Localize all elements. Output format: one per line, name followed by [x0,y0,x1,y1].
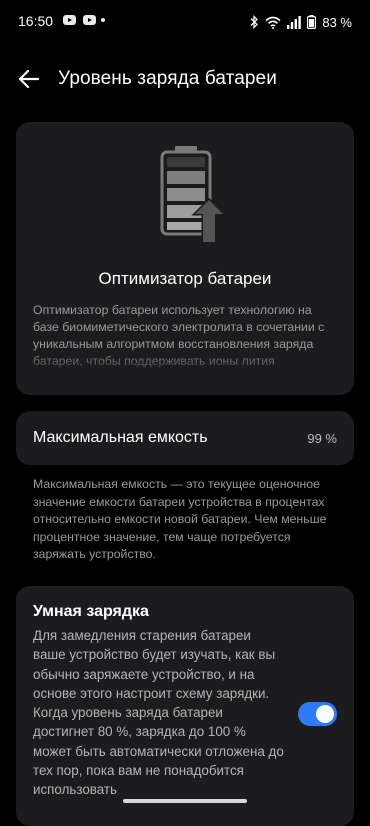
home-indicator[interactable] [123,799,247,803]
max-capacity-value: 99 % [307,431,337,446]
smart-charging-toggle[interactable] [298,702,337,726]
optimizer-card: Оптимизатор батареи Оптимизатор батареи … [16,122,354,395]
wifi-icon [265,16,281,29]
back-button[interactable] [16,66,42,92]
smart-charging-title: Умная зарядка [33,603,149,620]
optimizer-title: Оптимизатор батареи [98,269,272,288]
youtube-icon [63,15,76,25]
max-capacity-row[interactable]: Максимальная емкость 99 % [16,411,354,465]
battery-upgrade-icon [160,146,225,242]
max-capacity-description: Максимальная емкость — это текущее оцено… [33,477,327,561]
status-icons: 83 % [249,12,352,32]
page-title: Уровень заряда батареи [58,68,277,89]
toggle-knob [316,705,334,723]
youtube-icon [83,15,96,25]
smart-charging-description: Для замедления старения батареи ваше уст… [33,628,284,798]
arrow-left-icon [18,69,40,89]
battery-percent: 83 % [322,14,352,30]
status-time: 16:50 [18,13,54,29]
smart-charging-card: Умная зарядка Для замедления старения ба… [16,586,354,826]
max-capacity-label: Максимальная емкость [33,429,208,446]
status-bar: 16:50 83 % [0,0,370,44]
optimizer-description: Оптимизатор батареи использует технологи… [33,303,325,368]
signal-icon [287,15,302,29]
bluetooth-icon [249,15,259,29]
battery-icon [307,15,317,29]
dot-icon [101,18,105,22]
